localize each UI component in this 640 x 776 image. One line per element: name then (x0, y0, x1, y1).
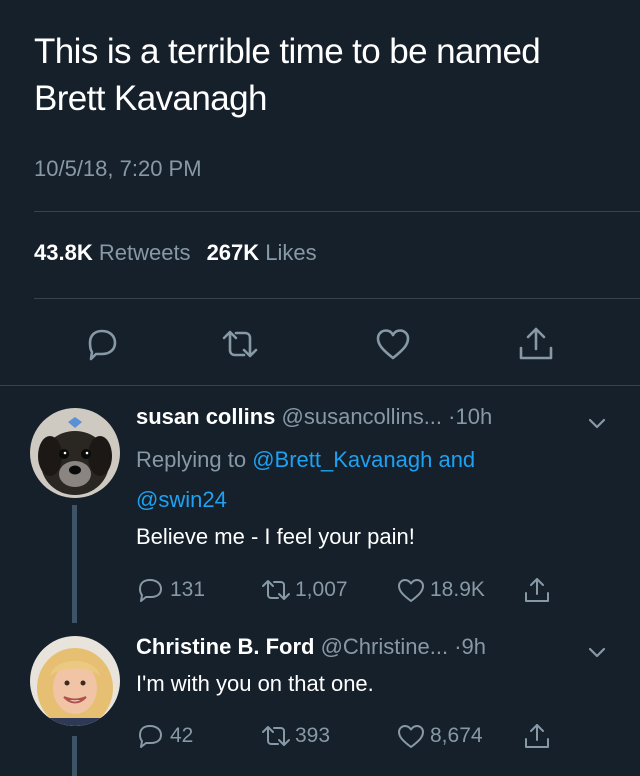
like-count: 8,674 (430, 724, 483, 747)
avatar[interactable] (30, 408, 120, 498)
like-button[interactable] (373, 324, 413, 364)
heart-icon (398, 725, 424, 748)
replying-to: Replying to @Brett_Kavanagh and @swin24 (136, 440, 475, 520)
share-button[interactable] (516, 324, 556, 364)
divider (34, 211, 640, 212)
like-button[interactable]: 18.9K (396, 575, 485, 605)
reply-icon (139, 725, 162, 748)
likes-stat[interactable]: 267K Likes (207, 240, 317, 265)
likes-count: 267K (206, 240, 260, 265)
reply-time[interactable]: ·9h (454, 634, 486, 659)
retweets-label: Retweets (98, 240, 191, 265)
reply-text: Believe me - I feel your pain! (136, 524, 415, 549)
share-icon (519, 327, 553, 360)
reply-header: Christine B. Ford @Christine... ·9h (136, 634, 486, 660)
chevron-down-icon (588, 418, 606, 429)
thread-line (72, 736, 77, 776)
reply-author-handle[interactable]: @Christine... (321, 634, 448, 659)
share-icon (525, 578, 549, 602)
reply-header: susan collins @susancollins... ·10h (136, 404, 492, 430)
retweet-count: 1,007 (295, 578, 348, 601)
reply-author-name[interactable]: Christine B. Ford (136, 634, 314, 659)
heart-icon (398, 579, 424, 602)
retweet-button[interactable]: 393 (261, 721, 330, 751)
retweet-button[interactable]: 1,007 (261, 575, 348, 605)
reply-menu-button[interactable] (586, 641, 608, 663)
heart-icon (376, 329, 410, 360)
retweets-stat[interactable]: 43.8K Retweets (34, 240, 191, 265)
replying-to-link[interactable]: @swin24 (136, 480, 475, 520)
reply-author-handle[interactable]: @susancollins... (282, 404, 443, 429)
replying-and[interactable]: and (438, 447, 475, 472)
person-avatar-image (30, 636, 120, 726)
reply-button[interactable] (82, 324, 122, 364)
replying-to-link[interactable]: @Brett_Kavanagh (252, 447, 432, 472)
retweet-icon (222, 330, 258, 358)
reply-button[interactable]: 42 (136, 721, 193, 751)
reply-action-bar: 131 1,007 18.9K (136, 575, 616, 605)
reply-menu-button[interactable] (586, 412, 608, 434)
like-count: 18.9K (430, 578, 485, 601)
reply-count: 42 (170, 724, 194, 747)
avatar[interactable] (30, 636, 120, 726)
reply-count: 131 (170, 578, 206, 601)
chevron-down-icon (588, 647, 606, 658)
reply-action-bar: 42 393 8,674 (136, 721, 616, 751)
retweet-count: 393 (295, 724, 331, 747)
tweet-action-bar (0, 324, 640, 364)
reply-author-name[interactable]: susan collins (136, 404, 275, 429)
share-button[interactable] (522, 721, 556, 751)
dog-avatar-image (30, 408, 120, 498)
tweet-text-line-1: This is a terrible time to be named (34, 32, 541, 71)
retweet-icon (262, 726, 290, 746)
reply-icon (88, 329, 117, 361)
share-button[interactable] (522, 575, 556, 605)
thread-line (72, 505, 77, 623)
tweet-stats: 43.8K Retweets 267K Likes (34, 240, 317, 266)
tweet-timestamp[interactable]: 10/5/18, 7:20 PM (34, 156, 202, 182)
reply-time[interactable]: ·10h (448, 404, 492, 429)
retweets-count: 43.8K (34, 240, 93, 265)
likes-label: Likes (265, 240, 317, 265)
divider (0, 385, 640, 386)
reply-text: I'm with you on that one. (136, 671, 374, 696)
divider (34, 298, 640, 299)
replying-prefix: Replying to (136, 447, 247, 472)
reply-icon (139, 579, 162, 602)
tweet-text-line-2: Brett Kavanagh (34, 79, 267, 118)
share-icon (525, 724, 549, 748)
tweet-text: This is a terrible time to be named Bret… (34, 28, 624, 122)
like-button[interactable]: 8,674 (396, 721, 483, 751)
retweet-icon (262, 580, 290, 600)
reply-button[interactable]: 131 (136, 575, 205, 605)
retweet-button[interactable] (220, 324, 260, 364)
